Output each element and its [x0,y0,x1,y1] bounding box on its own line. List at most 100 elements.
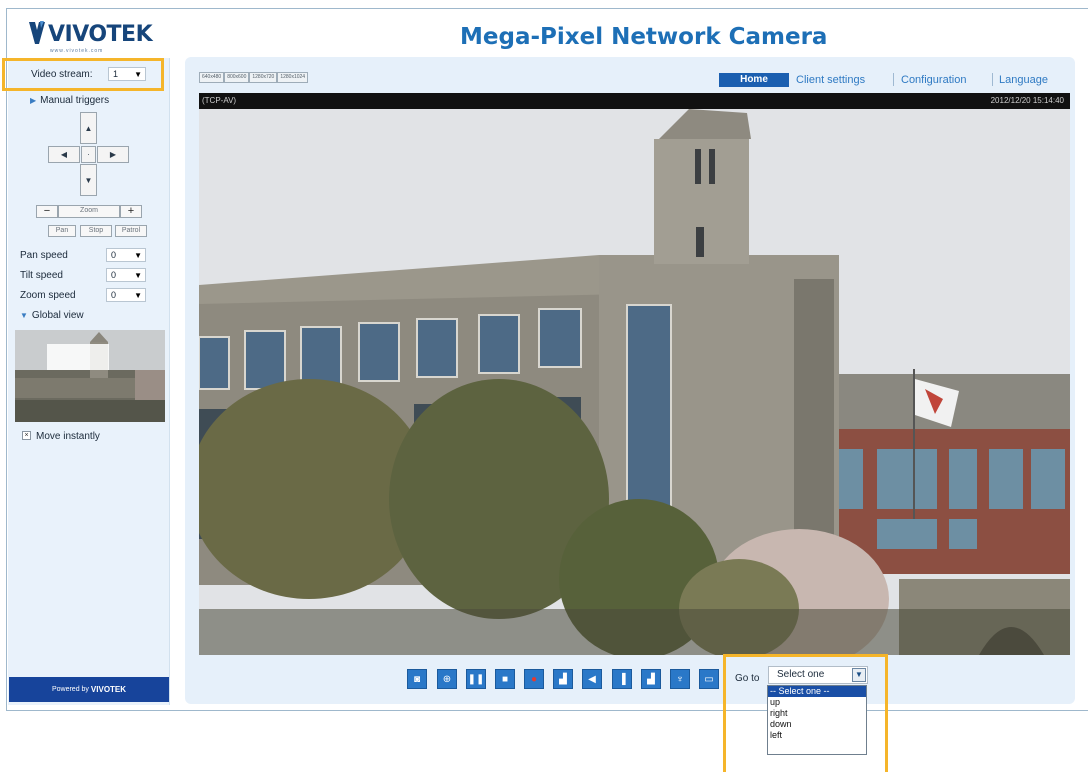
goto-option[interactable]: left [768,730,866,741]
global-view-label: Global view [31,310,84,321]
nav-home[interactable]: Home [719,73,789,87]
mic-volume-button[interactable]: ▟ [641,669,661,689]
video-stream-value: 1 [113,69,119,79]
record-icon: ● [530,673,538,685]
volume-button[interactable]: ▟ [553,669,573,689]
mic-volume-icon: ▟ [647,673,655,685]
zoom-speed-select[interactable]: 0 ▼ [106,288,146,302]
volume-icon: ▟ [559,673,567,685]
global-view-image [15,330,165,422]
talk-button[interactable]: ▐ [612,669,632,689]
tilt-speed-label: Tilt speed [20,270,63,281]
home-icon: · [87,150,90,159]
resolution-tab[interactable]: 1280x720 [249,72,278,83]
goto-option[interactable]: up [768,697,866,708]
speaker-icon: ◀ [588,673,596,685]
view-region-box[interactable] [47,344,109,370]
zoom-label: Zoom [58,205,120,218]
chevron-down-icon: ▼ [134,271,142,280]
stream-timestamp: 2012/12/20 15:14:40 [990,96,1064,105]
camera-icon: ◙ [413,673,421,685]
pause-button[interactable]: ❚❚ [466,669,486,689]
chevron-down-icon: ▼ [134,70,142,79]
manual-triggers-label: Manual triggers [40,95,110,106]
snapshot-button[interactable]: ◙ [407,669,427,689]
goto-preset-select[interactable]: Select one ▼ [768,666,868,684]
pause-icon: ❚❚ [467,673,485,685]
zoom-speed-value: 0 [111,290,117,300]
tilt-up-button[interactable]: ▲ [80,112,97,144]
goto-preset-dropdown: -- Select one -- up right down left [767,685,867,755]
pan-speed-label: Pan speed [20,250,68,261]
zoom-speed-label: Zoom speed [20,290,76,301]
goto-option[interactable]: right [768,708,866,719]
nav-divider [992,73,993,86]
pan-speed-value: 0 [111,250,117,260]
goto-selected-value: Select one [777,669,825,680]
microphone-icon: ♆ [676,673,684,685]
vivotek-logo: VIVOTEK www.vivotek.com [28,20,158,56]
mute-button[interactable]: ◀ [582,669,602,689]
arrow-up-icon: ▲ [84,123,93,133]
live-video-view[interactable] [199,109,1070,655]
fullscreen-icon: ▭ [704,673,714,685]
zoom-icon: ⊕ [442,673,452,685]
nav-divider [893,73,894,86]
move-instantly-checkbox[interactable]: × [22,431,31,440]
nav-configuration[interactable]: Configuration [901,73,966,87]
resolution-tab[interactable]: 1280x1024 [277,72,309,83]
arrow-left-icon: ◀ [60,150,68,159]
pan-left-button[interactable]: ◀ [48,146,80,163]
zoom-out-button[interactable]: − [36,205,58,218]
chevron-down-icon: ▼ [134,291,142,300]
live-video-image [199,109,1070,655]
global-view-thumbnail[interactable] [15,330,165,422]
video-stream-select[interactable]: 1 ▼ [108,67,146,81]
pan-speed-select[interactable]: 0 ▼ [106,248,146,262]
tilt-speed-value: 0 [111,270,117,280]
collapse-arrow-icon: ▼ [20,311,28,320]
nav-client-settings[interactable]: Client settings [796,73,865,87]
stop-stream-button[interactable]: ■ [495,669,515,689]
chevron-down-icon: ▼ [852,668,866,682]
logo-wordmark: VIVOTEK [48,22,153,47]
tilt-down-button[interactable]: ▼ [80,164,97,196]
goto-option[interactable]: -- Select one -- [768,686,866,697]
move-instantly-label: Move instantly [36,431,100,442]
stream-protocol: (TCP-AV) [202,96,237,105]
powered-by-brand: VIVOTEK [90,685,127,694]
video-stream-label: Video stream: [31,69,93,80]
fullscreen-button[interactable]: ▭ [699,669,719,689]
vivotek-logo-icon [29,21,45,44]
resolution-tab[interactable]: 800x600 [224,72,250,83]
home-position-button[interactable]: · [81,146,96,163]
resolution-tabs: 640x480 800x600 1280x720 1280x1024 [199,72,309,83]
talk-icon: ▐ [618,673,626,685]
chevron-down-icon: ▼ [134,251,142,260]
arrow-down-icon: ▼ [84,175,93,185]
global-view-toggle[interactable]: ▼ Global view [20,310,84,321]
microphone-button[interactable]: ♆ [670,669,690,689]
pan-right-button[interactable]: ▶ [97,146,129,163]
expand-arrow-icon: ▶ [30,96,37,105]
goto-option[interactable]: down [768,719,866,730]
record-button[interactable]: ● [524,669,544,689]
powered-by-footer: Powered by VIVOTEK [9,677,169,702]
stop-button[interactable]: Stop [80,225,112,237]
tilt-speed-select[interactable]: 0 ▼ [106,268,146,282]
minus-icon: − [43,205,51,217]
zoom-in-button[interactable]: + [120,205,142,218]
powered-by-text: Powered by [51,686,89,693]
patrol-button[interactable]: Patrol [115,225,147,237]
nav-language[interactable]: Language [999,73,1048,87]
plus-icon: + [127,205,135,217]
digital-zoom-button[interactable]: ⊕ [437,669,457,689]
manual-triggers-toggle[interactable]: ▶ Manual triggers [30,95,109,106]
pan-button[interactable]: Pan [48,225,76,237]
logo-url: www.vivotek.com [50,48,104,54]
video-header-bar: (TCP-AV) 2012/12/20 15:14:40 [199,93,1070,109]
stop-icon: ■ [501,673,509,685]
page-title: Mega-Pixel Network Camera [460,24,828,50]
arrow-right-icon: ▶ [109,150,117,159]
resolution-tab[interactable]: 640x480 [199,72,225,83]
